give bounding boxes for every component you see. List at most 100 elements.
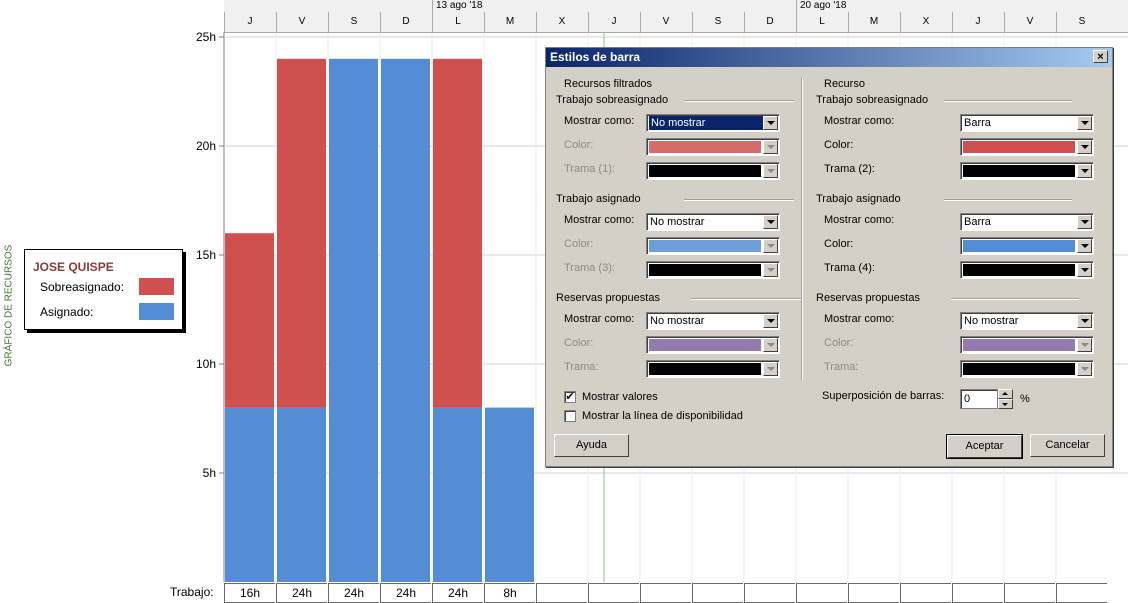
show-as-label: Mostrar como:	[564, 214, 635, 226]
work-cell	[900, 583, 951, 603]
group-line	[944, 100, 1072, 102]
pattern-select[interactable]	[960, 261, 1094, 279]
work-cell	[796, 583, 847, 603]
timescale-day: V	[640, 12, 691, 32]
legend-allocated-label: Asignado:	[40, 305, 94, 319]
chevron-down-icon[interactable]	[763, 164, 778, 178]
work-cell: 24h	[432, 583, 483, 603]
bar-overallocated	[225, 233, 274, 408]
show-as-select[interactable]: Barra	[960, 114, 1094, 132]
section-title: Trabajo sobreasignado	[816, 94, 929, 106]
color-select[interactable]	[646, 138, 780, 156]
show-as-select[interactable]: No mostrar	[646, 114, 780, 132]
show-as-select[interactable]: No mostrar	[646, 213, 780, 231]
chevron-down-icon[interactable]	[763, 239, 778, 253]
y-tick-label: 5h	[203, 466, 216, 480]
chevron-down-icon[interactable]	[1077, 263, 1092, 277]
chevron-down-icon[interactable]	[1077, 116, 1092, 130]
chevron-down-icon[interactable]	[1077, 215, 1092, 229]
bar-allocated	[485, 407, 534, 582]
show-as-label: Mostrar como:	[564, 115, 635, 127]
bar-allocated	[225, 407, 274, 582]
overlap-spinner[interactable]	[998, 389, 1013, 409]
chevron-down-icon[interactable]	[763, 140, 778, 154]
chevron-down-icon[interactable]	[1077, 314, 1092, 328]
bar-allocated	[433, 407, 482, 582]
color-label: Color:	[824, 238, 854, 250]
cancel-button[interactable]: Cancelar	[1030, 434, 1105, 457]
y-tick-label: 20h	[196, 139, 216, 153]
legend-overallocated-label: Sobreasignado:	[40, 280, 125, 294]
work-cell	[692, 583, 743, 603]
pattern-select[interactable]	[960, 360, 1094, 378]
bar-styles-dialog: Estilos de barra × Recursos filtrados Tra…	[545, 47, 1113, 467]
chevron-down-icon[interactable]	[1077, 362, 1092, 376]
chevron-down-icon[interactable]	[763, 215, 778, 229]
group-line	[684, 199, 794, 201]
color-label: Color:	[564, 238, 594, 250]
color-label: Color:	[564, 337, 594, 349]
spin-down-icon[interactable]	[998, 399, 1013, 409]
chevron-down-icon[interactable]	[763, 263, 778, 277]
chevron-down-icon[interactable]	[1077, 140, 1092, 154]
chevron-down-icon[interactable]	[1077, 338, 1092, 352]
y-tick-label: 25h	[196, 30, 216, 44]
ok-button[interactable]: Aceptar	[946, 434, 1023, 459]
week-label: 20 ago '18	[800, 0, 847, 11]
pattern-label: Trama (4):	[824, 262, 875, 274]
pattern-select[interactable]	[960, 162, 1094, 180]
chevron-down-icon[interactable]	[763, 314, 778, 328]
timescale-day: L	[796, 12, 847, 32]
show-availability-checkbox[interactable]	[564, 410, 576, 422]
color-select[interactable]	[646, 336, 780, 354]
show-as-select[interactable]: No mostrar	[646, 312, 780, 330]
color-select[interactable]	[646, 237, 780, 255]
chevron-down-icon[interactable]	[763, 362, 778, 376]
section-title: Reservas propuestas	[556, 292, 660, 304]
bar-overallocated	[433, 58, 482, 408]
bar-allocated	[381, 58, 430, 583]
timescale-day: S	[1056, 12, 1107, 32]
color-select[interactable]	[960, 138, 1094, 156]
show-values-label: Mostrar valores	[582, 391, 658, 403]
pattern-label: Trama (3):	[564, 262, 615, 274]
show-as-label: Mostrar como:	[824, 115, 895, 127]
dialog-titlebar[interactable]: Estilos de barra ×	[546, 48, 1112, 67]
group-line	[691, 298, 801, 300]
legend-allocated-swatch	[139, 303, 174, 320]
timescale-day: D	[744, 12, 795, 32]
color-select[interactable]	[960, 237, 1094, 255]
timescale-day: S	[692, 12, 743, 32]
show-as-select[interactable]: Barra	[960, 213, 1094, 231]
chevron-down-icon[interactable]	[763, 338, 778, 352]
chevron-down-icon[interactable]	[763, 116, 778, 130]
column-separator	[801, 78, 803, 380]
overlap-label: Superposición de barras:	[822, 390, 945, 402]
color-select[interactable]	[960, 336, 1094, 354]
spin-up-icon[interactable]	[998, 389, 1013, 399]
group-line	[944, 199, 1072, 201]
bar-overallocated	[277, 58, 326, 408]
resource-name: JOSE QUISPE	[33, 260, 114, 274]
legend: JOSE QUISPE Sobreasignado: Asignado:	[24, 249, 183, 330]
help-button[interactable]: Ayuda	[554, 434, 629, 457]
work-cell	[952, 583, 1003, 603]
timescale-day: M	[484, 12, 535, 32]
timescale-day: J	[224, 12, 275, 32]
timescale-day: D	[380, 12, 431, 32]
show-values-checkbox[interactable]: ✔	[564, 391, 576, 403]
work-cell	[588, 583, 639, 603]
close-button[interactable]: ×	[1093, 50, 1108, 63]
show-as-select[interactable]: No mostrar	[960, 312, 1094, 330]
work-cell	[848, 583, 899, 603]
chevron-down-icon[interactable]	[1077, 164, 1092, 178]
group-line	[951, 298, 1079, 300]
week-label: 13 ago '18	[436, 0, 483, 11]
timescale-day: V	[276, 12, 327, 32]
chevron-down-icon[interactable]	[1077, 239, 1092, 253]
pattern-select[interactable]	[646, 162, 780, 180]
pattern-select[interactable]	[646, 261, 780, 279]
pattern-select[interactable]	[646, 360, 780, 378]
overlap-input[interactable]: 0	[960, 389, 998, 409]
legend-overallocated-swatch	[139, 278, 174, 295]
